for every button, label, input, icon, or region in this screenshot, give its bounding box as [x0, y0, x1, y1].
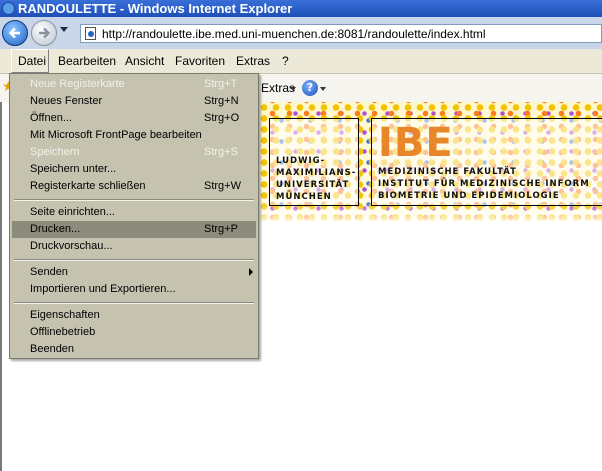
menu-item-drucken[interactable]: Drucken... Strg+P	[12, 221, 256, 238]
content-left-border	[0, 102, 2, 471]
menu-item-shortcut: Strg+T	[204, 78, 238, 90]
lmu-line: UNIVERSITÄT	[276, 180, 350, 190]
address-bar-row: http://randoulette.ibe.med.uni-muenchen.…	[0, 17, 602, 49]
ibe-logo: IBE	[378, 120, 454, 166]
menu-item-label: Beenden	[30, 343, 75, 355]
menu-item-label: Neues Fenster	[30, 95, 103, 107]
menu-ansicht[interactable]: Ansicht	[119, 49, 170, 73]
menu-item-speichern[interactable]: Speichern Strg+S	[12, 144, 256, 161]
history-dropdown-icon[interactable]	[60, 27, 68, 32]
menu-item-label: Seite einrichten...	[30, 206, 115, 218]
menu-item-offlinebetrieb[interactable]: Offlinebetrieb	[12, 324, 256, 341]
faculty-line: INSTITUT FÜR MEDIZINISCHE INFORM	[378, 179, 590, 189]
back-arrow-icon	[8, 27, 20, 39]
help-icon[interactable]: ?	[302, 80, 318, 96]
forward-arrow-icon	[39, 27, 51, 39]
page-icon	[85, 27, 96, 40]
menu-item-neue-registerkarte[interactable]: Neue Registerkarte Strg+T	[12, 76, 256, 93]
menu-separator	[14, 302, 254, 304]
menu-favoriten[interactable]: Favoriten	[169, 49, 231, 73]
window-titlebar[interactable]: RANDOULETTE - Windows Internet Explorer	[0, 0, 602, 17]
menu-item-label: Öffnen...	[30, 112, 72, 124]
menu-item-shortcut: Strg+P	[204, 223, 238, 235]
menu-item-label: Neue Registerkarte	[30, 78, 125, 90]
menu-item-beenden[interactable]: Beenden	[12, 341, 256, 358]
menu-item-label: Registerkarte schließen	[30, 180, 146, 192]
faculty-line: MEDIZINISCHE FAKULTÄT	[378, 167, 517, 177]
back-button[interactable]	[2, 20, 28, 46]
menu-item-shortcut: Strg+O	[204, 112, 240, 124]
menu-separator	[14, 259, 254, 261]
lmu-line: MAXIMILIANS-	[276, 168, 357, 178]
menu-extras[interactable]: Extras	[230, 49, 276, 73]
menu-item-senden[interactable]: Senden	[12, 264, 256, 281]
ibe-logo-box[interactable]: IBE MEDIZINISCHE FAKULTÄT INSTITUT FÜR M…	[371, 118, 602, 206]
menu-bearbeiten[interactable]: Bearbeiten	[52, 49, 122, 73]
faculty-line: BIOMETRIE UND EPIDEMIOLOGIE	[378, 191, 560, 201]
menu-item-neues-fenster[interactable]: Neues Fenster Strg+N	[12, 93, 256, 110]
menu-item-druckvorschau[interactable]: Druckvorschau...	[12, 238, 256, 255]
menu-item-label: Importieren und Exportieren...	[30, 283, 176, 295]
menu-item-speichern-unter[interactable]: Speichern unter...	[12, 161, 256, 178]
menu-item-oeffnen[interactable]: Öffnen... Strg+O	[12, 110, 256, 127]
lmu-name: LUDWIG- MAXIMILIANS- UNIVERSITÄT MÜNCHEN	[276, 155, 356, 203]
menu-item-importieren-exportieren[interactable]: Importieren und Exportieren...	[12, 281, 256, 298]
menu-item-label: Speichern unter...	[30, 163, 117, 175]
menu-item-eigenschaften[interactable]: Eigenschaften	[12, 307, 256, 324]
menu-item-frontpage[interactable]: Mit Microsoft FrontPage bearbeiten	[12, 127, 256, 144]
address-field[interactable]: http://randoulette.ibe.med.uni-muenchen.…	[80, 24, 602, 43]
file-menu-dropdown: Neue Registerkarte Strg+T Neues Fenster St…	[9, 73, 259, 359]
menu-item-shortcut: Strg+N	[204, 95, 239, 107]
lmu-line: LUDWIG-	[276, 156, 326, 166]
help-dropdown-icon[interactable]	[320, 87, 326, 91]
address-url[interactable]: http://randoulette.ibe.med.uni-muenchen.…	[102, 27, 486, 41]
menu-separator	[14, 199, 254, 201]
menu-item-shortcut: Strg+S	[204, 146, 238, 158]
internet-explorer-icon	[2, 2, 15, 15]
menu-bar: Datei Bearbeiten Ansicht Favoriten Extra…	[0, 49, 602, 74]
menu-item-label: Speichern	[30, 146, 80, 158]
menu-item-label: Mit Microsoft FrontPage bearbeiten	[30, 129, 202, 141]
extras-dropdown-icon[interactable]	[290, 87, 296, 91]
menu-item-label: Druckvorschau...	[30, 240, 113, 252]
menu-item-label: Drucken...	[30, 223, 81, 235]
menu-help[interactable]: ?	[276, 49, 295, 73]
forward-button[interactable]	[31, 20, 57, 46]
lmu-line: MÜNCHEN	[276, 192, 332, 202]
submenu-arrow-icon	[249, 268, 253, 276]
menu-item-label: Eigenschaften	[30, 309, 100, 321]
menu-item-registerkarte-schliessen[interactable]: Registerkarte schließen Strg+W	[12, 178, 256, 195]
lmu-logo-box[interactable]: LUDWIG- MAXIMILIANS- UNIVERSITÄT MÜNCHEN	[269, 118, 359, 206]
menu-item-seite-einrichten[interactable]: Seite einrichten...	[12, 204, 256, 221]
menu-datei[interactable]: Datei	[11, 49, 49, 73]
menu-item-label: Offlinebetrieb	[30, 326, 96, 338]
faculty-name: MEDIZINISCHE FAKULTÄT INSTITUT FÜR MEDIZ…	[378, 166, 590, 202]
window-title: RANDOULETTE - Windows Internet Explorer	[18, 1, 293, 16]
menu-item-label: Senden	[30, 266, 68, 278]
menu-item-shortcut: Strg+W	[204, 180, 241, 192]
